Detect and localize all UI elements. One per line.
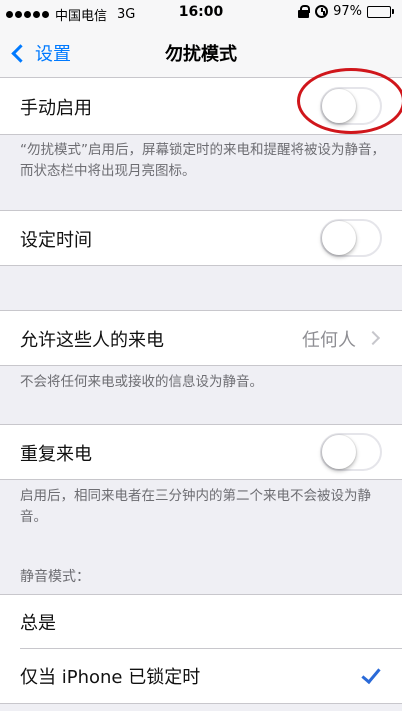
- alarm-icon: [315, 5, 329, 18]
- silence-option-locked[interactable]: 仅当 iPhone 已锁定时: [0, 649, 402, 705]
- allow-calls-footer: 不会将任何来电或接收的信息设为静音。: [20, 374, 263, 390]
- manual-enable-footer: “勿扰模式”启用后，屏幕锁定时的来电和提醒将被设为静音，而状态栏中将出现月亮图标…: [20, 142, 385, 179]
- silence-option-always[interactable]: 总是: [20, 595, 402, 649]
- phone-screen: 中国电信 3G 16:00 97% 设置 勿扰模式 手动启用 “勿扰模式”启用后…: [0, 0, 402, 711]
- battery-percent: 97%: [333, 4, 362, 19]
- switch-knob: [322, 435, 356, 469]
- scheduled-label: 设定时间: [20, 230, 92, 251]
- status-bar: 中国电信 3G 16:00 97%: [0, 0, 402, 28]
- chevron-right-icon: [365, 330, 381, 346]
- allow-calls-row[interactable]: 允许这些人的来电 任何人: [0, 310, 402, 366]
- status-right: 97%: [298, 4, 394, 19]
- repeated-calls-label: 重复来电: [20, 444, 92, 465]
- silence-options-group: 总是 仅当 iPhone 已锁定时: [0, 594, 402, 704]
- silence-option-label: 仅当 iPhone 已锁定时: [20, 667, 201, 688]
- repeated-calls-row: 重复来电: [0, 424, 402, 480]
- silence-option-label: 总是: [20, 613, 56, 634]
- scheduled-switch[interactable]: [320, 219, 382, 257]
- battery-icon: [367, 5, 394, 18]
- allow-calls-value: 任何人: [302, 330, 356, 351]
- rotation-lock-icon: [298, 5, 311, 18]
- repeated-calls-footer: 启用后，相同来电者在三分钟内的第二个来电不会被设为静音。: [20, 488, 371, 525]
- annotation-circle: [297, 68, 402, 134]
- allow-calls-label: 允许这些人的来电: [20, 330, 164, 351]
- switch-knob: [322, 221, 356, 255]
- manual-enable-label: 手动启用: [20, 98, 92, 119]
- scheduled-row: 设定时间: [0, 210, 402, 266]
- page-title: 勿扰模式: [165, 44, 237, 65]
- repeated-calls-switch[interactable]: [320, 433, 382, 471]
- checkmark-icon: [361, 663, 381, 685]
- silence-section-header: 静音模式：: [20, 569, 90, 585]
